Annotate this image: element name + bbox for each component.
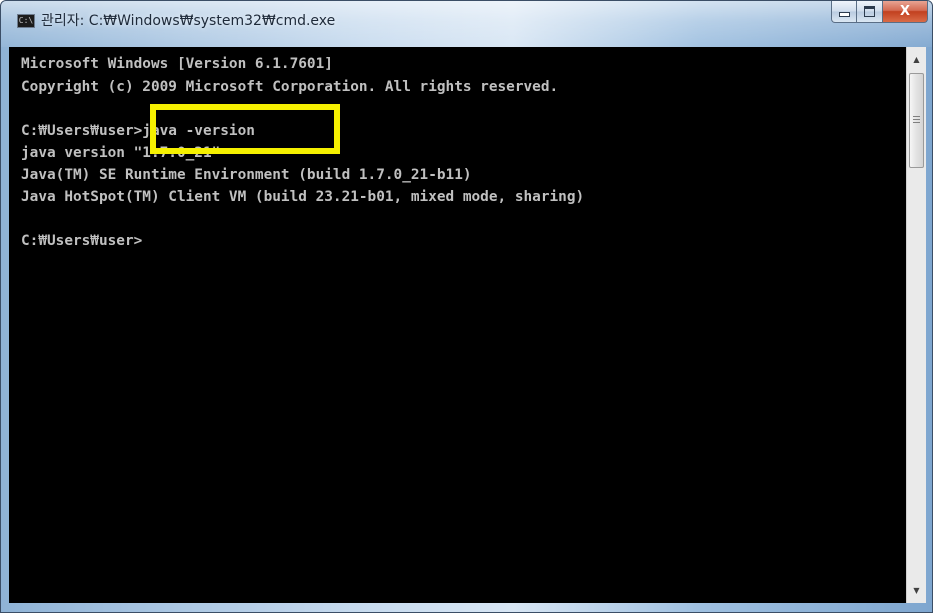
highlight-annotation-box — [150, 104, 340, 154]
grip-line — [913, 119, 920, 120]
grip-line — [913, 122, 920, 123]
console-line: Copyright (c) 2009 Microsoft Corporation… — [21, 79, 559, 95]
console-prompt: C:₩Users₩user> — [21, 233, 143, 249]
caption-buttons: X — [831, 1, 928, 23]
scroll-down-arrow-icon[interactable]: ▼ — [907, 582, 926, 599]
window-bottom-frame — [1, 603, 932, 612]
minimize-icon — [838, 12, 850, 17]
maximize-button[interactable] — [857, 1, 883, 23]
console-output[interactable]: Microsoft Windows [Version 6.1.7601] Cop… — [9, 47, 906, 603]
console-line: Java HotSpot(TM) Client VM (build 23.21-… — [21, 189, 585, 205]
console-line: Microsoft Windows [Version 6.1.7601] — [21, 56, 333, 72]
window-title: 관리자: C:₩Windows₩system32₩cmd.exe — [41, 13, 336, 29]
vertical-scrollbar[interactable]: ▲ ▼ — [906, 47, 926, 603]
grip-line — [913, 116, 920, 117]
close-icon: X — [899, 4, 911, 19]
cmd-window: C:\ 관리자: C:₩Windows₩system32₩cmd.exe X M… — [0, 0, 933, 613]
title-bar[interactable]: C:\ 관리자: C:₩Windows₩system32₩cmd.exe X — [1, 1, 932, 47]
scroll-up-arrow-icon[interactable]: ▲ — [907, 51, 926, 68]
close-button[interactable]: X — [883, 1, 928, 23]
scroll-thumb[interactable] — [909, 73, 924, 168]
console-line: Java(TM) SE Runtime Environment (build 1… — [21, 167, 472, 183]
maximize-icon — [864, 6, 875, 17]
cmd-icon[interactable]: C:\ — [17, 14, 35, 28]
minimize-button[interactable] — [831, 1, 857, 23]
